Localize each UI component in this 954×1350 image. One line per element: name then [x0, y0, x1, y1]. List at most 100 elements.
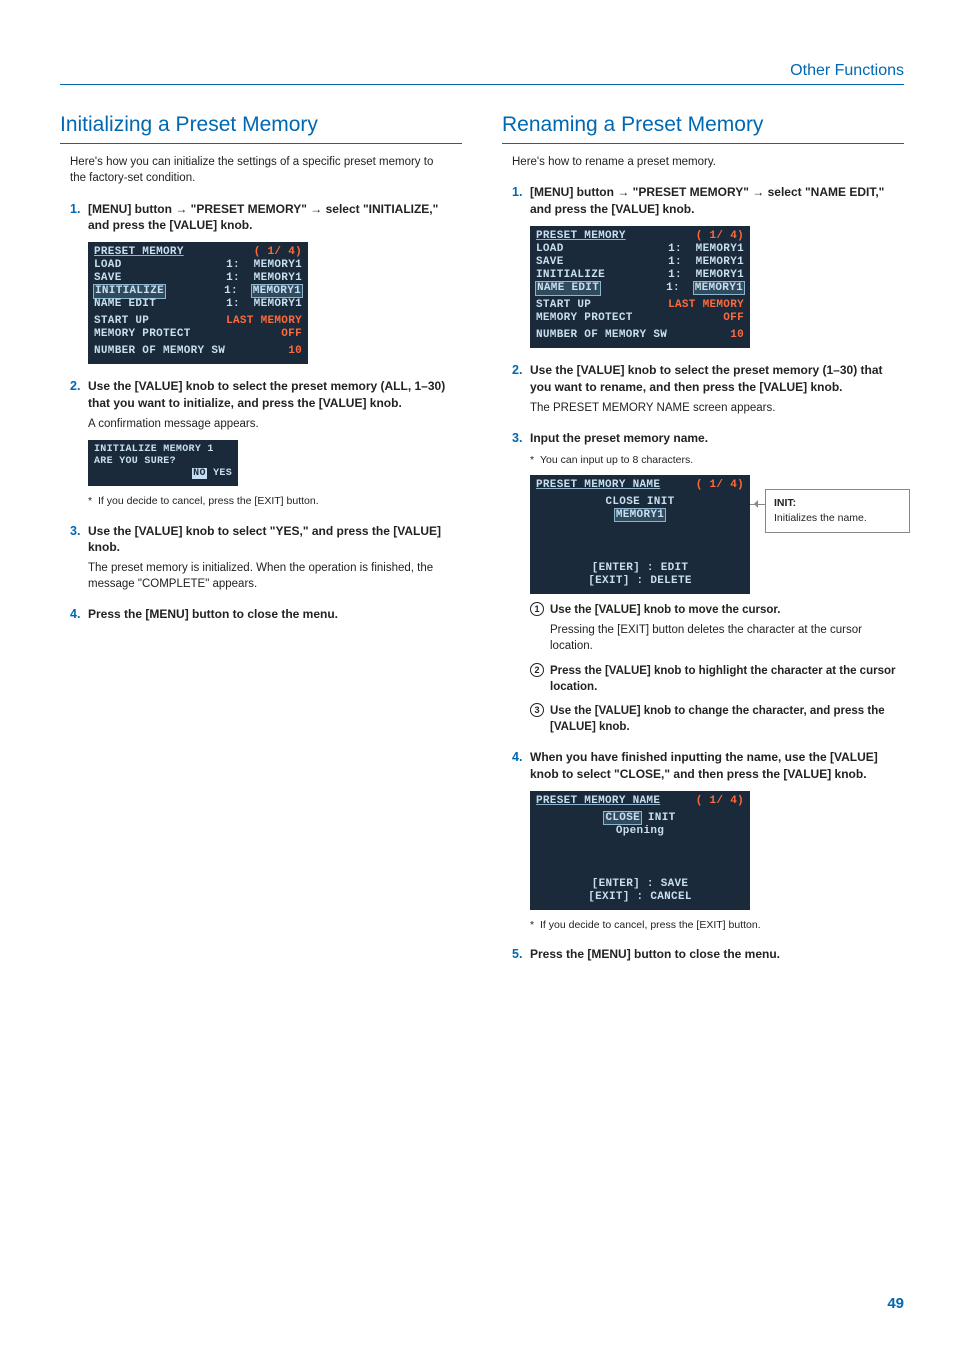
- t: Use the [VALUE] knob to change the chara…: [550, 705, 885, 733]
- t: If you decide to cancel, press the [EXIT…: [540, 919, 761, 931]
- lcd-val: 10: [288, 345, 302, 358]
- lcd-memname: Opening: [616, 825, 664, 837]
- step2-body-left: A confirmation message appears.: [88, 416, 462, 432]
- step3-right: Input the preset memory name.: [530, 431, 708, 445]
- lcd-exit: [EXIT] : CANCEL: [536, 891, 744, 904]
- lcd-row: LOAD: [536, 243, 564, 256]
- step4-right: When you have finished inputting the nam…: [530, 750, 878, 781]
- lcd-val-hl: MEMORY1: [694, 282, 744, 294]
- t: Use the [VALUE] knob to move the cursor.: [550, 604, 780, 616]
- t: "PRESET MEMORY": [187, 202, 310, 216]
- step3-body-left: The preset memory is initialized. When t…: [88, 560, 462, 592]
- lcd-val: 1: MEMORY1: [226, 259, 302, 272]
- lcd-row-selected: NAME EDIT: [536, 282, 600, 295]
- page-section-header: Other Functions: [790, 60, 904, 82]
- lcd-close: CLOSE: [605, 496, 640, 508]
- lcd-enter: [ENTER] : EDIT: [536, 562, 744, 575]
- step3-left: Use the [VALUE] knob to select "YES," an…: [88, 524, 441, 555]
- page-number: 49: [887, 1293, 904, 1314]
- step-num: 1.: [70, 201, 80, 219]
- t: You can input up to 8 characters.: [540, 454, 693, 466]
- step-num: 2.: [512, 362, 522, 380]
- arrow-icon: →: [617, 185, 629, 199]
- lcd-val: 1:: [666, 282, 694, 294]
- step-num: 3.: [512, 430, 522, 448]
- lcd-row: MEMORY PROTECT: [536, 312, 633, 325]
- lcd-row: MEMORY PROTECT: [94, 328, 191, 341]
- lcd-page: ( 1/ 4): [696, 479, 744, 492]
- lcd-init: INIT: [648, 812, 676, 824]
- lcd-val: 1:: [224, 285, 252, 297]
- lcd-row: SAVE: [94, 272, 122, 285]
- step-num: 4.: [512, 749, 522, 767]
- note-8chars: *You can input up to 8 characters.: [530, 453, 904, 468]
- t: "PRESET MEMORY": [629, 185, 752, 199]
- circled-2-icon: 2: [530, 663, 544, 677]
- lcd-memname: MEMORY1: [615, 509, 665, 521]
- lcd-preset-memory-initialize: PRESET MEMORY ( 1/ 4) LOAD 1: MEMORY1 SAVE…: [88, 242, 308, 364]
- step1-right: [MENU] button → "PRESET MEMORY" → select…: [530, 185, 884, 216]
- lcd-val: 1: MEMORY1: [668, 256, 744, 269]
- lcd-exit: [EXIT] : DELETE: [536, 575, 744, 588]
- lcd-row: LOAD: [94, 259, 122, 272]
- lcd-page: ( 1/ 4): [696, 230, 744, 243]
- lcd-enter: [ENTER] : SAVE: [536, 878, 744, 891]
- lcd-name-edit: PRESET MEMORY NAME ( 1/ 4) CLOSE INIT MEM…: [530, 475, 750, 594]
- lcd-val: OFF: [723, 312, 744, 325]
- t: Pressing the [EXIT] button deletes the c…: [550, 622, 904, 654]
- step2-right: Use the [VALUE] knob to select the prese…: [530, 363, 883, 394]
- substep-3: 3 Use the [VALUE] knob to change the char…: [530, 703, 904, 735]
- lcd-val-hl: MEMORY1: [252, 285, 302, 297]
- lcd-title: PRESET MEMORY NAME: [536, 795, 660, 808]
- lcd-val: LAST MEMORY: [668, 299, 744, 312]
- lcd-row: NUMBER OF MEMORY SW: [94, 345, 225, 358]
- callout-body: Initializes the name.: [774, 511, 901, 526]
- circled-3-icon: 3: [530, 703, 544, 717]
- heading-initialize: Initializing a Preset Memory: [60, 110, 462, 144]
- t: [MENU] button: [88, 202, 175, 216]
- step-num: 3.: [70, 523, 80, 541]
- lcd-row: START UP: [536, 299, 591, 312]
- step-num: 2.: [70, 378, 80, 396]
- step-num: 5.: [512, 946, 522, 964]
- lcd-line: ARE YOU SURE?: [94, 456, 176, 468]
- callout-init: INIT: Initializes the name.: [765, 489, 910, 532]
- heading-rename: Renaming a Preset Memory: [502, 110, 904, 144]
- step-num: 1.: [512, 184, 522, 202]
- lcd-val: LAST MEMORY: [226, 315, 302, 328]
- substep-1: 1 Use the [VALUE] knob to move the cursor…: [530, 602, 904, 654]
- circled-1-icon: 1: [530, 602, 544, 616]
- step2-body-right: The PRESET MEMORY NAME screen appears.: [530, 400, 904, 416]
- note-cancel-left: *If you decide to cancel, press the [EXI…: [88, 494, 462, 509]
- t: Press the [VALUE] knob to highlight the …: [550, 665, 895, 693]
- lcd-yes: YES: [213, 468, 232, 479]
- arrow-icon: →: [310, 202, 322, 216]
- arrow-icon: →: [175, 202, 187, 216]
- lcd-line: INITIALIZE MEMORY 1: [94, 444, 232, 456]
- note-cancel-right: *If you decide to cancel, press the [EXI…: [530, 918, 904, 933]
- lcd-init: INIT: [647, 496, 675, 508]
- callout-title: INIT:: [774, 496, 901, 511]
- lcd-row: SAVE: [536, 256, 564, 269]
- col-right: Renaming a Preset Memory Here's how to r…: [502, 110, 904, 977]
- lcd-val: OFF: [281, 328, 302, 341]
- lcd-row: INITIALIZE: [536, 269, 605, 282]
- lcd-row-selected: INITIALIZE: [94, 285, 165, 298]
- step-num: 4.: [70, 606, 80, 624]
- lcd-preset-memory-nameedit: PRESET MEMORY( 1/ 4) LOAD1: MEMORY1 SAVE…: [530, 226, 750, 348]
- lcd-row: START UP: [94, 315, 149, 328]
- lcd-title: PRESET MEMORY: [94, 246, 184, 259]
- lcd-row: NAME EDIT: [94, 298, 156, 311]
- lcd-title: PRESET MEMORY NAME: [536, 479, 660, 492]
- col-left: Initializing a Preset Memory Here's how …: [60, 110, 462, 977]
- arrow-icon: →: [752, 185, 764, 199]
- lcd-val: 1: MEMORY1: [668, 243, 744, 256]
- lcd-name-close: PRESET MEMORY NAME ( 1/ 4) CLOSE INIT Ope…: [530, 791, 750, 910]
- step4-left: Press the [MENU] button to close the men…: [88, 607, 338, 621]
- lcd-close-hl: CLOSE: [604, 812, 641, 824]
- lcd-page: ( 1/ 4): [254, 246, 302, 259]
- lcd-page: ( 1/ 4): [696, 795, 744, 808]
- step5-right: Press the [MENU] button to close the men…: [530, 947, 780, 961]
- intro-right: Here's how to rename a preset memory.: [512, 154, 894, 170]
- intro-left: Here's how you can initialize the settin…: [70, 154, 452, 186]
